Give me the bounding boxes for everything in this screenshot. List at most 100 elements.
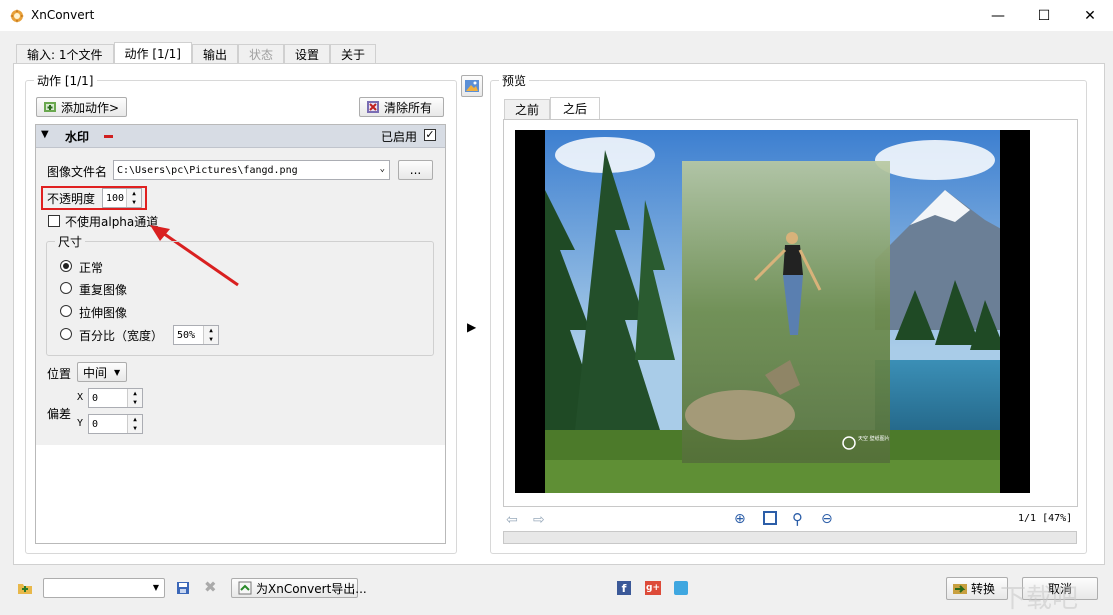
footer-bar: ▼ ✖ 为XnConvert导出... f g+ 转换 取消 下载吧 [0,570,1113,615]
convert-icon [953,583,967,594]
size-stretch-label: 拉伸图像 [79,306,128,320]
tab-about[interactable]: 关于 [330,44,377,65]
enabled-label: 已启用 [381,130,418,144]
size-percent-radio[interactable] [60,328,72,340]
export-button[interactable]: 为XnConvert导出... [231,578,367,598]
delete-icon[interactable]: ✖ [204,578,217,596]
preview-watermark-text: 天空 壁纸图片 [858,435,890,442]
browse-label: ... [409,163,422,177]
y-offset-stepper[interactable]: 0 ▲ ▼ [88,414,143,434]
watermark-panel: ▼ 水印 已启用 ✓ 图像文件名 C:\Users\pc\Pictures\fa… [35,124,446,544]
zoom-out-icon[interactable]: ⊖ [821,511,833,527]
y-spin-icon[interactable]: ▲ ▼ [127,415,142,433]
size-tile-radio[interactable] [60,282,72,294]
add-action-label: 添加动作> [61,100,120,115]
preview-tab-after[interactable]: 之后 [550,97,601,120]
watermark-title: 水印 [65,130,90,144]
actions-group-title: 动作 [1/1] [34,72,97,89]
preview-image[interactable]: 天空 壁纸图片 [515,130,1030,493]
percent-spin-icon[interactable]: ▲ ▼ [203,326,218,344]
chevron-down-icon: ▼ [152,583,159,592]
watermark-panel-empty [36,445,445,543]
main-tabs: 输入: 1个文件 动作 [1/1] 输出 状态 设置 关于 [16,42,377,65]
size-percent-label: 百分比（宽度） [79,329,164,343]
opacity-stepper[interactable]: 100 ▲ ▼ [102,188,142,208]
tab-actions[interactable]: 动作 [1/1] [113,42,192,65]
image-preview-icon [465,80,479,92]
tab-output[interactable]: 输出 [192,44,239,65]
twitter-icon[interactable] [674,581,688,595]
browse-button[interactable]: ... [398,160,433,180]
collapse-triangle-icon[interactable]: ▼ [41,129,49,140]
tab-input[interactable]: 输入: 1个文件 [16,44,114,65]
remove-action-icon[interactable] [104,135,113,138]
minimize-button[interactable]: — [975,0,1021,31]
y-label: Y [77,418,84,429]
preview-tab-before[interactable]: 之前 [504,99,551,120]
filename-input[interactable]: C:\Users\pc\Pictures\fangd.png ⌄ [113,160,390,180]
enabled-checkbox[interactable]: ✓ [424,129,436,141]
chevron-down-icon: ▼ [114,367,121,377]
maximize-icon: ☐ [1037,7,1051,24]
add-action-button[interactable]: 添加动作> [36,97,127,117]
preview-scrollbar[interactable] [503,531,1077,544]
preview-tabs: 之前 之后 [504,97,601,120]
tab-status[interactable]: 状态 [238,44,285,65]
facebook-icon[interactable]: f [617,581,631,595]
no-alpha-label: 不使用alpha通道 [65,215,159,229]
opacity-value: 100 [106,192,125,204]
export-icon [238,581,252,595]
google-plus-icon[interactable]: g+ [645,581,661,595]
minimize-icon: — [991,7,1005,24]
close-icon: ✕ [1084,7,1096,24]
size-normal-radio[interactable] [60,260,72,272]
close-button[interactable]: ✕ [1067,0,1113,31]
clear-all-label: 清除所有 [384,100,433,115]
size-group-title: 尺寸 [55,233,86,250]
prev-arrow-icon[interactable]: ⇦ [506,512,518,528]
preset-select[interactable]: ▼ [43,578,165,598]
zoom-actual-icon[interactable]: ⚲ [792,510,803,528]
opacity-spin-icon[interactable]: ▲ ▼ [126,189,141,207]
preview-group-title: 预览 [499,72,530,89]
position-select[interactable]: 中间 ▼ [77,362,127,382]
no-alpha-checkbox[interactable] [48,215,60,227]
x-label: X [77,392,84,403]
filename-label: 图像文件名 [47,165,108,179]
open-folder-icon[interactable] [17,580,33,596]
clear-all-icon [367,101,379,113]
opacity-label: 不透明度 [47,192,96,206]
size-normal-label: 正常 [79,261,104,275]
xnconvert-logo-icon [10,9,24,23]
toggle-preview-button[interactable] [461,75,483,97]
window-title: XnConvert [31,8,95,22]
fit-window-icon[interactable] [763,511,777,525]
size-tile-label: 重复图像 [79,283,128,297]
expand-arrow-icon[interactable]: ▶ [467,320,476,334]
percent-stepper[interactable]: 50% ▲ ▼ [173,325,219,345]
tab-settings[interactable]: 设置 [284,44,331,65]
zoom-in-icon[interactable]: ⊕ [734,511,746,527]
position-label: 位置 [47,367,72,381]
watermark-header[interactable]: ▼ 水印 已启用 ✓ [36,125,445,148]
filename-value: C:\Users\pc\Pictures\fangd.png [117,164,298,176]
site-watermark: 下载吧 [1000,584,1079,614]
x-offset-stepper[interactable]: 0 ▲ ▼ [88,388,143,408]
next-arrow-icon[interactable]: ⇨ [533,512,545,528]
add-action-icon [44,102,56,112]
app-window: XnConvert — ☐ ✕ 输入: 1个文件 动作 [1/1] 输出 状态 … [0,0,1113,615]
title-bar: XnConvert — ☐ ✕ [0,0,1113,31]
export-label: 为XnConvert导出... [256,581,367,596]
chevron-down-icon[interactable]: ⌄ [380,164,385,174]
percent-value: 50% [177,329,196,341]
maximize-button[interactable]: ☐ [1021,0,1067,31]
convert-button[interactable]: 转换 [946,577,1008,600]
x-spin-icon[interactable]: ▲ ▼ [127,389,142,407]
save-icon[interactable] [175,580,191,596]
clear-all-button[interactable]: 清除所有 [359,97,444,117]
page-info: 1/1 [47%] [1018,513,1073,524]
landscape-image: 天空 壁纸图片 [515,130,1030,493]
size-stretch-radio[interactable] [60,305,72,317]
convert-label: 转换 [971,582,996,596]
position-value: 中间 [83,365,108,380]
